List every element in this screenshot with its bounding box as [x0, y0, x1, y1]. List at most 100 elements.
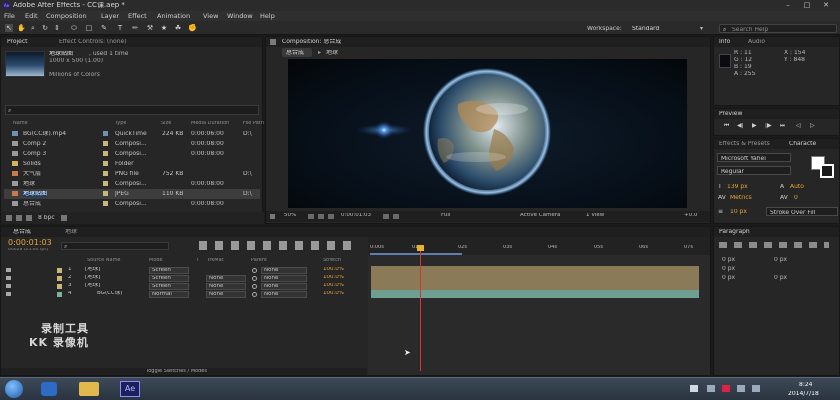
- explorer-icon[interactable]: [79, 382, 99, 396]
- project-row[interactable]: BG(CC球).mp4 QuickTime 224 KB 0:00:06:00 …: [4, 129, 260, 139]
- timeline-current-time[interactable]: 0:00:01:03: [8, 239, 52, 247]
- bit-depth-button[interactable]: 8 bpc: [38, 215, 55, 221]
- eraser-tool-icon[interactable]: ★: [160, 24, 168, 32]
- tab-audio[interactable]: Audio: [748, 39, 765, 45]
- type-tool-icon[interactable]: T: [116, 24, 124, 32]
- trkmat-select[interactable]: None: [206, 282, 246, 290]
- layer-label-color[interactable]: [57, 275, 62, 281]
- mode-select[interactable]: Screen: [149, 266, 189, 274]
- timeline-graph-area[interactable]: 0:00s 01s 02s 03s 04s 05s 06s 07s ➤: [368, 237, 710, 375]
- after-effects-taskbar-button[interactable]: Ae: [120, 381, 140, 397]
- pickwhip-icon[interactable]: [252, 275, 257, 281]
- pickwhip-icon[interactable]: [252, 283, 257, 289]
- eye-icon[interactable]: [6, 268, 11, 272]
- tab-timeline-main[interactable]: 总合成: [13, 229, 31, 235]
- mask-visibility-icon[interactable]: [318, 214, 324, 219]
- parent-select[interactable]: None: [261, 274, 307, 282]
- toggle-switches-modes-button[interactable]: Toggle Switches / Modes: [146, 369, 207, 374]
- menu-help[interactable]: Help: [260, 13, 275, 20]
- mode-select[interactable]: Screen: [149, 274, 189, 282]
- indent-right-value[interactable]: 0 px: [774, 257, 787, 263]
- last-frame-button[interactable]: ⏭: [780, 123, 785, 129]
- col-name[interactable]: Name: [13, 121, 28, 126]
- stroke-color-swatch[interactable]: [820, 164, 834, 178]
- indent-left-value[interactable]: 0 px: [722, 257, 735, 263]
- parent-select[interactable]: None: [261, 290, 307, 298]
- interpret-footage-icon[interactable]: [6, 215, 12, 221]
- col-t[interactable]: T: [196, 258, 199, 263]
- layer-label-color[interactable]: [57, 283, 62, 289]
- roto-brush-tool-icon[interactable]: ☘: [174, 24, 182, 32]
- menu-animation[interactable]: Animation: [157, 13, 190, 20]
- tab-effects-presets[interactable]: Effects & Presets: [719, 141, 770, 147]
- timeline-layer-row[interactable]: 2 [地球] Screen None None 100.0%: [1, 274, 367, 282]
- parent-select[interactable]: None: [261, 282, 307, 290]
- stretch-value[interactable]: 100.0%: [323, 267, 344, 273]
- tab-info[interactable]: Info: [719, 39, 730, 45]
- mode-select[interactable]: Screen: [149, 282, 189, 290]
- col-duration[interactable]: Media Duration: [191, 121, 229, 126]
- trash-icon[interactable]: [61, 215, 67, 221]
- comp-canvas[interactable]: [288, 59, 687, 208]
- clone-tool-icon[interactable]: ⚒: [146, 24, 154, 32]
- maximize-button[interactable]: □: [801, 1, 813, 9]
- playhead-handle[interactable]: [417, 245, 424, 251]
- stretch-value[interactable]: 100.0%: [323, 283, 344, 289]
- tab-paragraph[interactable]: Paragraph: [719, 229, 750, 235]
- minimize-button[interactable]: –: [782, 1, 794, 9]
- workspace-select[interactable]: Standard: [632, 26, 659, 32]
- resolution-select[interactable]: Full: [441, 213, 450, 219]
- label-color[interactable]: [103, 180, 108, 186]
- new-composition-icon[interactable]: [26, 215, 32, 221]
- view-layout-select[interactable]: 1 View: [586, 213, 604, 219]
- label-color[interactable]: [103, 190, 108, 196]
- label-color[interactable]: [103, 130, 108, 136]
- label-color[interactable]: [103, 150, 108, 156]
- timeline-search-input[interactable]: ⌕: [61, 242, 169, 250]
- label-color[interactable]: [103, 170, 108, 176]
- menu-view[interactable]: View: [203, 13, 218, 20]
- menu-file[interactable]: File: [4, 13, 15, 20]
- mode-select[interactable]: Normal: [149, 290, 189, 298]
- font-family-select[interactable]: Microsoft Yahei: [717, 153, 791, 162]
- project-search-input[interactable]: ⌕: [5, 105, 259, 115]
- layer-label-color[interactable]: [57, 291, 62, 297]
- selection-tool-icon[interactable]: ↖: [5, 24, 13, 32]
- prev-frame-button[interactable]: ◀|: [737, 123, 744, 129]
- current-time-display[interactable]: 0:00:01:03: [341, 213, 371, 219]
- menu-window[interactable]: Window: [227, 13, 253, 20]
- col-mode[interactable]: Mode: [149, 258, 163, 263]
- pickwhip-icon[interactable]: [252, 291, 257, 297]
- project-row[interactable]: Comp 3 Composi... 0:00:08:00: [4, 149, 260, 159]
- playhead-line[interactable]: [420, 245, 421, 371]
- col-path[interactable]: File Path: [243, 121, 264, 126]
- stroke-mode-select[interactable]: Stroke Over Fill: [766, 207, 838, 216]
- col-source-name[interactable]: Source Name: [87, 258, 121, 263]
- snapshot-icon[interactable]: [383, 214, 389, 219]
- label-color[interactable]: [103, 200, 108, 206]
- clock-time[interactable]: 8:24: [799, 382, 812, 388]
- next-frame-button[interactable]: |▶: [765, 123, 772, 129]
- col-trkmat[interactable]: TrkMat: [207, 258, 224, 263]
- trkmat-select[interactable]: None: [206, 290, 246, 298]
- tray-flag-icon[interactable]: [752, 385, 760, 392]
- col-type[interactable]: Type: [115, 121, 126, 126]
- breadcrumb-sub[interactable]: 地球: [326, 50, 338, 56]
- stretch-value[interactable]: 100.0%: [323, 275, 344, 281]
- alignment-buttons[interactable]: [719, 242, 829, 248]
- puppet-tool-icon[interactable]: ✊: [188, 24, 197, 32]
- parent-select[interactable]: None: [261, 266, 307, 274]
- project-row[interactable]: 总合成 Composi... 0:00:08:00: [4, 199, 260, 209]
- camera-tool-icon[interactable]: ⇕: [53, 24, 61, 32]
- search-help-field[interactable]: ⌕ Search Help: [719, 24, 837, 33]
- hand-tool-icon[interactable]: ✋: [17, 24, 26, 32]
- transparency-grid-icon[interactable]: [328, 214, 334, 219]
- menu-composition[interactable]: Composition: [46, 13, 87, 20]
- zoom-tool-icon[interactable]: ⌕: [29, 24, 37, 32]
- timeline-layer-row[interactable]: 4 BG(CC球) Normal None None 100.0%: [1, 290, 367, 298]
- timeline-layer-row[interactable]: 3 [地球] Screen None None 100.0%: [1, 282, 367, 290]
- timeline-switch-icons[interactable]: [199, 241, 359, 250]
- layer-label-color[interactable]: [57, 267, 62, 273]
- rectangle-tool-icon[interactable]: □: [85, 24, 93, 32]
- tab-project[interactable]: Project: [7, 39, 28, 45]
